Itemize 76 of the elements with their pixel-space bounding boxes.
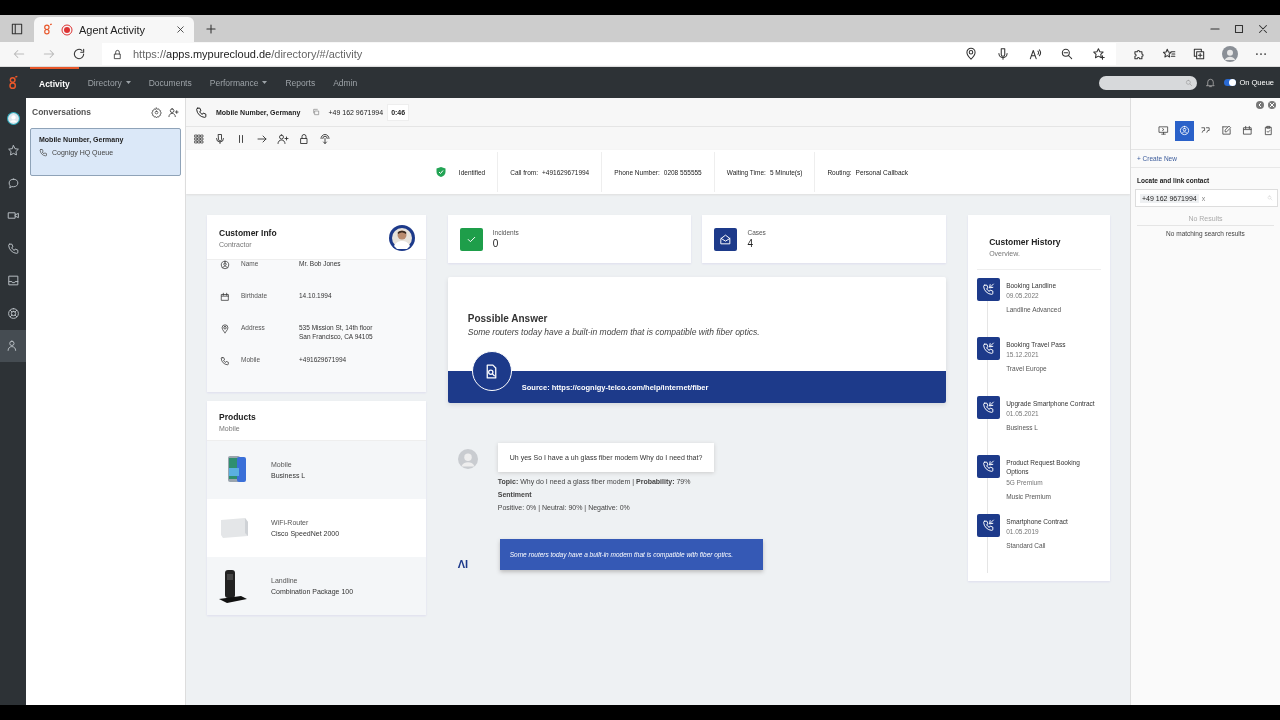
incoming-call-icon [977, 455, 1001, 478]
nav-tab[interactable]: Admin [324, 67, 367, 98]
antenna-icon[interactable] [319, 132, 331, 145]
inbox-icon [6, 274, 20, 288]
address-field[interactable]: https://apps.mypurecloud.de/directory/#/activity [102, 43, 1116, 65]
star-icon [6, 144, 20, 158]
microphone-icon[interactable] [214, 132, 226, 145]
quote-icon [1200, 125, 1211, 136]
answer-text: Some routers today have a built-in modem that is compatible with fiber optics. [466, 327, 761, 337]
location-icon [220, 324, 230, 334]
collections-icon[interactable] [1192, 47, 1206, 61]
lock-icon[interactable] [298, 132, 310, 145]
incoming-call-icon [977, 396, 1001, 419]
phone-icon [195, 105, 208, 119]
add-person-icon[interactable] [277, 132, 289, 145]
settings-icon[interactable] [151, 106, 162, 118]
read-aloud-icon[interactable] [1028, 47, 1042, 61]
answer-title: Possible Answer [466, 313, 549, 324]
new-tab-icon[interactable] [204, 21, 218, 36]
nav-tab[interactable]: Performance [200, 67, 277, 98]
caret-icon [262, 81, 268, 84]
nav-tab[interactable]: Documents [139, 67, 201, 98]
card-title: Customer Info [219, 228, 277, 238]
queue-toggle[interactable] [1224, 79, 1237, 86]
card-title: Customer History [989, 237, 1062, 247]
location-icon[interactable] [964, 47, 978, 61]
search-icon [1185, 78, 1194, 87]
phone-icon [39, 148, 48, 157]
tab-title: Agent Activity [79, 23, 147, 36]
shield-icon [434, 166, 447, 178]
person-icon [220, 260, 230, 270]
zoom-out-icon[interactable] [1060, 47, 1074, 61]
edit-icon [1221, 125, 1232, 136]
panel-title: Conversations [32, 107, 93, 117]
microphone-icon[interactable] [996, 47, 1010, 61]
nav-tab[interactable]: Directory [78, 67, 140, 98]
reload-icon[interactable] [72, 47, 86, 61]
incoming-call-icon [977, 337, 1001, 360]
chat-icon [6, 176, 20, 190]
incoming-call-icon [977, 278, 1001, 301]
close-icon[interactable] [1268, 101, 1276, 109]
lock-icon [112, 48, 123, 60]
add-favorite-icon[interactable] [1092, 47, 1106, 61]
favorites-icon[interactable] [1162, 47, 1176, 61]
search-icon [1267, 195, 1273, 201]
url-text: https://apps.mypurecloud.de/directory/#/activity [133, 48, 363, 60]
incoming-call-icon [977, 514, 1001, 537]
search-field[interactable] [1099, 75, 1198, 90]
extensions-icon[interactable] [1132, 47, 1146, 61]
avatar-icon [6, 111, 20, 125]
stat-value: 4 [747, 238, 754, 249]
nav-tab[interactable]: Reports [276, 67, 325, 98]
browser-tab[interactable]: Agent Activity [34, 17, 194, 42]
logo-icon [42, 23, 55, 36]
screen-icon [1158, 125, 1169, 136]
contact-icon [1179, 125, 1190, 136]
add-person-icon[interactable] [168, 106, 179, 118]
stat-value: 0 [492, 238, 500, 249]
phone-icon [6, 241, 20, 255]
calendar-icon [220, 292, 230, 302]
tabs-icon[interactable] [10, 21, 24, 36]
record-icon [61, 23, 73, 36]
bell-icon[interactable] [1205, 77, 1217, 88]
profile-icon[interactable] [1222, 46, 1238, 62]
caret-icon [125, 81, 131, 84]
clipboard-icon [1263, 125, 1274, 136]
bot-label: ΛI [457, 557, 470, 570]
panel-tab[interactable] [1175, 120, 1194, 141]
avatar-icon [457, 449, 478, 469]
lifebuoy-icon [6, 306, 20, 320]
keypad-icon[interactable] [193, 132, 205, 145]
calendar-icon [1242, 125, 1253, 136]
card-title: Products [219, 412, 256, 422]
collapse-icon[interactable] [1256, 101, 1264, 109]
phone-icon [220, 356, 230, 366]
close-icon[interactable] [175, 24, 186, 35]
